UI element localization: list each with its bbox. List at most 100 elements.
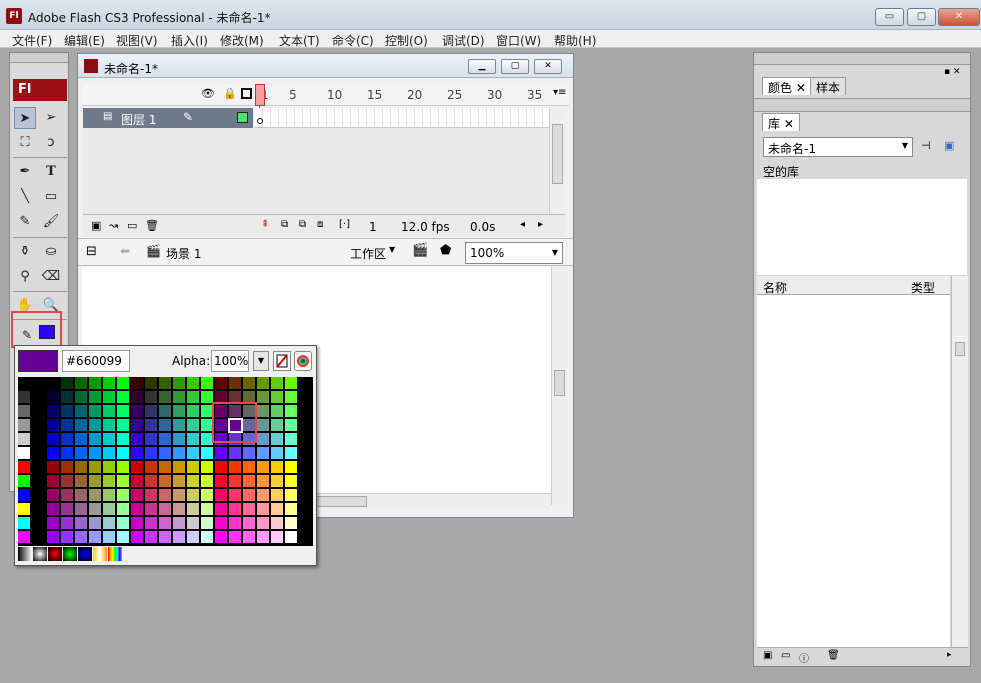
color-swatch[interactable] <box>201 489 214 502</box>
add-guide-icon[interactable]: ↝ <box>109 219 118 232</box>
color-swatch[interactable] <box>47 489 60 502</box>
scene-name[interactable]: 场景 1 <box>166 245 201 262</box>
color-swatch[interactable] <box>285 433 298 446</box>
color-swatch[interactable] <box>271 489 284 502</box>
color-swatch[interactable] <box>145 377 158 390</box>
color-swatch[interactable] <box>187 377 200 390</box>
color-swatch[interactable] <box>145 419 158 432</box>
color-swatch[interactable] <box>145 503 158 516</box>
color-swatch[interactable] <box>131 419 144 432</box>
color-swatch[interactable] <box>159 433 172 446</box>
color-swatch[interactable] <box>75 531 88 544</box>
color-swatch[interactable] <box>215 489 228 502</box>
panel-menu-icon[interactable]: ▪ ✕ <box>944 67 961 77</box>
color-swatch[interactable] <box>47 531 60 544</box>
rectangle-icon[interactable]: ▭ <box>40 186 62 208</box>
color-swatch[interactable] <box>201 503 214 516</box>
color-swatch[interactable] <box>61 377 74 390</box>
color-swatch[interactable] <box>117 391 130 404</box>
menu-help[interactable]: 帮助(H) <box>554 32 596 49</box>
color-swatch[interactable] <box>131 461 144 474</box>
onion-markers-icon[interactable]: [·] <box>339 219 350 230</box>
color-swatch[interactable] <box>18 461 31 474</box>
color-swatch[interactable] <box>159 503 172 516</box>
layer-row[interactable]: ▤ 图层 1 ✎ <box>83 108 253 128</box>
color-swatch[interactable] <box>89 405 102 418</box>
color-swatch[interactable] <box>89 517 102 530</box>
color-swatch[interactable] <box>173 377 186 390</box>
color-swatch[interactable] <box>285 461 298 474</box>
color-swatch[interactable] <box>215 531 228 544</box>
color-swatch[interactable] <box>18 405 31 418</box>
color-swatch[interactable] <box>89 377 102 390</box>
color-swatch[interactable] <box>257 531 270 544</box>
color-swatch[interactable] <box>271 461 284 474</box>
color-swatch[interactable] <box>201 517 214 530</box>
color-swatch[interactable] <box>103 531 116 544</box>
color-swatch[interactable] <box>75 391 88 404</box>
color-swatch[interactable] <box>285 531 298 544</box>
color-swatch[interactable] <box>47 377 60 390</box>
gradient-swatch-green[interactable] <box>63 547 77 561</box>
layer-name[interactable]: 图层 1 <box>121 111 156 128</box>
color-swatch[interactable] <box>187 503 200 516</box>
color-swatch[interactable] <box>173 461 186 474</box>
color-swatch[interactable] <box>61 405 74 418</box>
color-swatch[interactable] <box>201 447 214 460</box>
color-swatch[interactable] <box>159 391 172 404</box>
color-swatch[interactable] <box>285 405 298 418</box>
alpha-dropdown-icon[interactable]: ▼ <box>253 351 269 371</box>
color-swatch[interactable] <box>103 475 116 488</box>
color-swatch[interactable] <box>159 377 172 390</box>
color-swatch[interactable] <box>89 433 102 446</box>
color-swatch[interactable] <box>215 447 228 460</box>
color-swatch[interactable] <box>103 433 116 446</box>
color-swatch[interactable] <box>187 489 200 502</box>
color-swatch[interactable] <box>271 433 284 446</box>
color-swatch[interactable] <box>173 475 186 488</box>
delete-layer-icon[interactable]: 🗑 <box>145 219 159 232</box>
color-swatch[interactable] <box>271 531 284 544</box>
color-swatch[interactable] <box>159 489 172 502</box>
color-swatch[interactable] <box>187 419 200 432</box>
color-swatch[interactable] <box>285 419 298 432</box>
onion-outline-icon[interactable]: ⧉ <box>299 219 306 230</box>
color-swatch[interactable] <box>103 503 116 516</box>
color-swatch[interactable] <box>201 377 214 390</box>
menu-edit[interactable]: 编辑(E) <box>64 32 105 49</box>
color-swatch[interactable] <box>61 433 74 446</box>
color-swatch[interactable] <box>257 475 270 488</box>
color-swatch[interactable] <box>103 517 116 530</box>
scroll-left-icon[interactable]: ◂ <box>520 219 525 230</box>
color-swatch[interactable] <box>271 503 284 516</box>
color-swatch[interactable] <box>89 461 102 474</box>
color-swatch[interactable] <box>187 461 200 474</box>
add-layer-icon[interactable]: ▣ <box>91 219 101 232</box>
scroll-thumb[interactable] <box>312 496 367 507</box>
color-picker-icon[interactable] <box>294 351 312 371</box>
lasso-icon[interactable]: ↄ <box>40 132 62 154</box>
free-transform-icon[interactable]: ⛶ <box>14 132 36 154</box>
color-swatch[interactable] <box>89 391 102 404</box>
edit-scene-icon[interactable]: 🎬 <box>412 243 428 258</box>
color-swatch[interactable] <box>61 517 74 530</box>
color-swatch[interactable] <box>75 517 88 530</box>
color-swatch[interactable] <box>285 475 298 488</box>
color-swatch[interactable] <box>173 531 186 544</box>
color-swatch[interactable] <box>32 517 45 530</box>
gradient-swatch-gold[interactable] <box>93 547 107 561</box>
delete-item-icon[interactable]: 🗑 <box>827 650 840 661</box>
color-swatch[interactable] <box>103 391 116 404</box>
color-swatch[interactable] <box>159 461 172 474</box>
color-swatch-grid[interactable] <box>18 377 313 546</box>
color-swatch[interactable] <box>131 531 144 544</box>
outline-icon[interactable] <box>241 88 252 99</box>
color-swatch[interactable] <box>117 503 130 516</box>
color-swatch[interactable] <box>32 433 45 446</box>
color-swatch[interactable] <box>187 531 200 544</box>
line-icon[interactable]: ╲ <box>14 186 36 208</box>
color-swatch[interactable] <box>229 517 242 530</box>
color-swatch[interactable] <box>229 377 242 390</box>
color-swatch[interactable] <box>131 391 144 404</box>
color-swatch[interactable] <box>32 447 45 460</box>
